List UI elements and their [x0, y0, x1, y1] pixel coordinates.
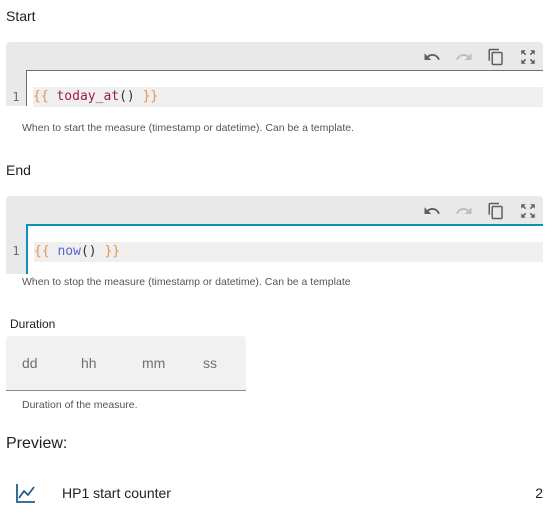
end-label: End [6, 162, 31, 178]
undo-button[interactable] [421, 46, 443, 68]
duration-minutes-field[interactable]: mm [142, 355, 165, 371]
undo-icon [424, 53, 440, 60]
entity-name: HP1 start counter [62, 485, 171, 501]
redo-icon [456, 53, 472, 60]
code-brace-open: {{ [33, 89, 57, 104]
editor-toolbar [421, 200, 539, 222]
duration-input[interactable]: dd hh mm ss [6, 336, 246, 391]
entity-state-value: 2 [535, 485, 543, 501]
fullscreen-button[interactable] [517, 200, 539, 222]
redo-icon [456, 207, 472, 214]
duration-helper-text: Duration of the measure. [22, 399, 138, 411]
copy-button[interactable] [485, 46, 507, 68]
end-helper-text: When to stop the measure (timestamp or d… [22, 276, 351, 288]
chart-line-icon [16, 484, 35, 503]
start-helper-text: When to start the measure (timestamp or … [22, 122, 355, 134]
code-args: () [119, 89, 135, 104]
preview-label: Preview: [6, 435, 68, 452]
copy-icon [488, 48, 503, 66]
code-brace-close: }} [96, 244, 121, 259]
code-line[interactable]: {{ now() }} [34, 242, 543, 262]
redo-button[interactable] [453, 46, 475, 68]
copy-button[interactable] [485, 200, 507, 222]
start-label: Start [6, 8, 36, 24]
code-area[interactable]: {{ now() }} [26, 224, 543, 274]
editor-toolbar [421, 46, 539, 68]
fullscreen-icon [521, 204, 535, 218]
fullscreen-icon [521, 50, 535, 64]
code-brace-close: }} [134, 89, 159, 104]
code-area[interactable]: {{ today_at() }} [26, 70, 543, 107]
start-template-editor[interactable]: 1 {{ today_at() }} [6, 42, 543, 107]
code-function: now [57, 244, 81, 259]
undo-button[interactable] [421, 200, 443, 222]
copy-icon [488, 202, 503, 220]
code-args: () [80, 244, 97, 259]
end-template-editor[interactable]: 1 {{ now() }} [6, 196, 543, 274]
fullscreen-button[interactable] [517, 46, 539, 68]
undo-icon [424, 207, 440, 214]
duration-hours-field[interactable]: hh [81, 355, 97, 371]
line-number: 1 [12, 244, 20, 258]
duration-days-field[interactable]: dd [22, 355, 38, 371]
line-number: 1 [12, 90, 20, 104]
code-line[interactable]: {{ today_at() }} [33, 87, 543, 107]
preview-entity-row[interactable]: HP1 start counter 2 [0, 478, 557, 510]
code-brace-open: {{ [34, 244, 58, 259]
duration-seconds-field[interactable]: ss [203, 355, 217, 371]
code-function: today_at [56, 89, 120, 104]
duration-label: Duration [10, 317, 56, 331]
redo-button[interactable] [453, 200, 475, 222]
